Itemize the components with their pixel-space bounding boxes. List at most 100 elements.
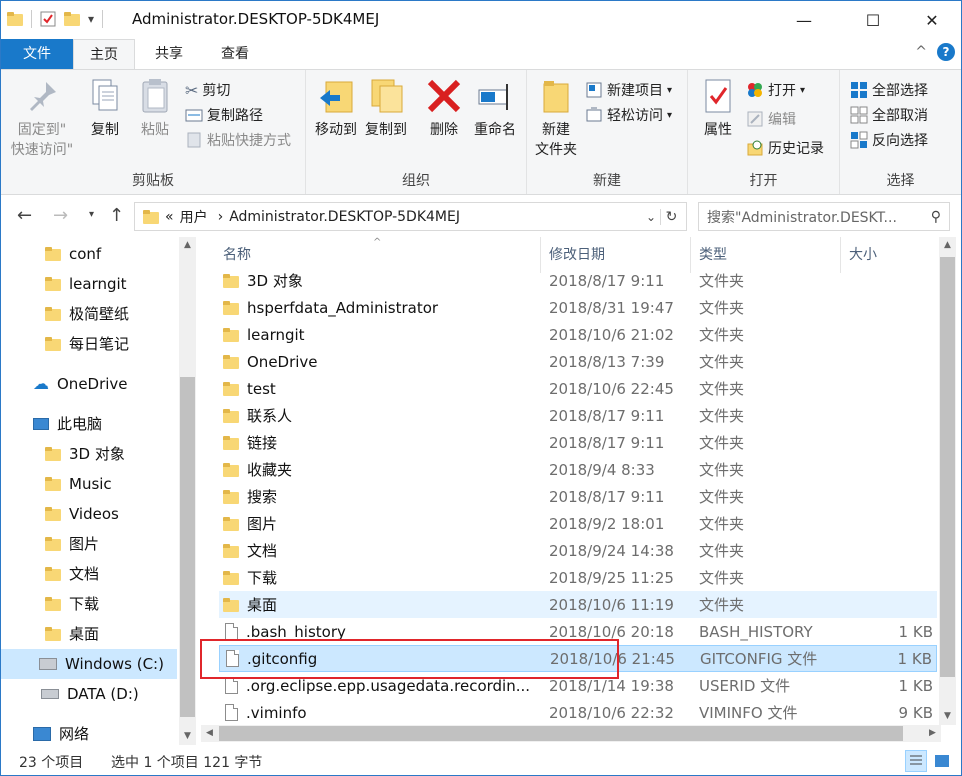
nav-item-desktop[interactable]: 桌面 xyxy=(45,619,99,649)
file-row[interactable]: hsperfdata_Administrator 2018/8/31 19:47 文… xyxy=(219,294,937,321)
nav-item-learngit[interactable]: learngit xyxy=(45,269,127,299)
file-row[interactable]: 3D 对象 2018/8/17 9:11 文件夹 xyxy=(219,267,937,294)
pin-to-quick-access-button[interactable]: 固定到" 快速访问" xyxy=(7,76,77,160)
scroll-thumb[interactable] xyxy=(940,257,955,677)
address-bar[interactable]: « 用户 › Administrator.DESKTOP-5DK4MEJ ⌄ ↻ xyxy=(134,202,687,231)
nav-item-this-pc[interactable]: 此电脑 xyxy=(33,409,102,439)
tab-file[interactable]: 文件 xyxy=(1,39,73,69)
file-row[interactable]: OneDrive 2018/8/13 7:39 文件夹 xyxy=(219,348,937,375)
scroll-left-arrow-icon[interactable]: ◀ xyxy=(201,725,218,742)
up-arrow-icon[interactable]: ↑ xyxy=(109,205,124,226)
recent-locations-icon[interactable]: ▾ xyxy=(89,209,94,220)
file-list-scrollbar[interactable]: ▲ ▼ xyxy=(939,237,956,725)
nav-item-data-d[interactable]: DATA (D:) xyxy=(41,679,139,709)
rename-button[interactable]: 重命名 xyxy=(470,76,520,140)
tab-share[interactable]: 共享 xyxy=(141,39,197,69)
address-dropdown-icon[interactable]: ⌄ xyxy=(646,210,656,224)
file-row[interactable]: 桌面 2018/10/6 11:19 文件夹 xyxy=(219,591,937,618)
folder-icon xyxy=(223,327,239,342)
select-none-button[interactable]: 全部取消 xyxy=(850,103,928,127)
nav-item-network[interactable]: 网络 xyxy=(33,719,89,745)
help-icon[interactable]: ? xyxy=(937,43,955,61)
new-item-button[interactable]: 新建项目 ▾ xyxy=(585,78,672,102)
nav-scrollbar[interactable]: ▲ ▼ xyxy=(179,237,196,745)
file-row[interactable]: test 2018/10/6 22:45 文件夹 xyxy=(219,375,937,402)
file-row[interactable]: 收藏夹 2018/9/4 8:33 文件夹 xyxy=(219,456,937,483)
file-row[interactable]: 图片 2018/9/2 18:01 文件夹 xyxy=(219,510,937,537)
windows-drive-icon xyxy=(39,658,57,670)
open-button[interactable]: 打开 ▾ xyxy=(746,78,805,102)
edit-button[interactable]: 编辑 xyxy=(746,107,796,131)
properties-check-icon[interactable] xyxy=(40,11,56,27)
documents-folder-icon xyxy=(45,567,61,581)
cut-button[interactable]: ✂ 剪切 xyxy=(185,78,230,102)
nav-item-documents[interactable]: 文档 xyxy=(45,559,99,589)
nav-item-windows-c[interactable]: Windows (C:) xyxy=(1,649,177,679)
file-type: 文件夹 xyxy=(699,569,745,587)
easy-access-button[interactable]: 轻松访问 ▾ xyxy=(585,103,672,127)
file-row[interactable]: learngit 2018/10/6 21:02 文件夹 xyxy=(219,321,937,348)
copy-button[interactable]: 复制 xyxy=(85,76,125,140)
nav-item-music[interactable]: Music xyxy=(45,469,112,499)
tab-view[interactable]: 查看 xyxy=(207,39,263,69)
file-date: 2018/10/6 22:45 xyxy=(549,379,674,398)
file-row[interactable]: 联系人 2018/8/17 9:11 文件夹 xyxy=(219,402,937,429)
new-folder-icon[interactable] xyxy=(64,12,80,26)
folder-icon xyxy=(223,354,239,369)
nav-item-3d-objects[interactable]: 3D 对象 xyxy=(45,439,125,469)
horizontal-scrollbar[interactable]: ◀ ▶ xyxy=(201,725,941,742)
minimize-button[interactable]: — xyxy=(781,1,827,39)
invert-selection-button[interactable]: 反向选择 xyxy=(850,128,928,152)
search-icon[interactable]: ⚲ xyxy=(931,209,941,225)
breadcrumb-overflow[interactable]: « xyxy=(165,209,174,225)
move-to-button[interactable]: 移动到 xyxy=(312,76,360,140)
close-button[interactable]: ✕ xyxy=(909,1,955,39)
search-input[interactable]: 搜索"Administrator.DESKT... ⚲ xyxy=(698,202,950,231)
scroll-down-arrow-icon[interactable]: ▼ xyxy=(179,728,196,745)
file-row[interactable]: 文档 2018/9/24 14:38 文件夹 xyxy=(219,537,937,564)
breadcrumb-separator-icon[interactable]: › xyxy=(218,209,224,225)
collapse-ribbon-icon[interactable]: ^ xyxy=(915,44,927,60)
nav-item-downloads[interactable]: 下载 xyxy=(45,589,99,619)
forward-arrow-icon[interactable]: → xyxy=(53,205,68,226)
scroll-up-arrow-icon[interactable]: ▲ xyxy=(179,237,196,254)
properties-button[interactable]: 属性 xyxy=(698,76,738,140)
refresh-icon[interactable]: ↻ xyxy=(660,208,682,225)
folder-icon xyxy=(223,273,239,288)
paste-button[interactable]: 粘贴 xyxy=(135,76,175,140)
file-row[interactable]: 搜索 2018/8/17 9:11 文件夹 xyxy=(219,483,937,510)
history-icon xyxy=(747,140,763,156)
scroll-down-arrow-icon[interactable]: ▼ xyxy=(939,708,956,725)
large-icons-view-icon[interactable] xyxy=(931,750,953,772)
breadcrumb-users[interactable]: 用户 xyxy=(180,207,208,227)
details-view-icon[interactable] xyxy=(905,750,927,772)
file-row[interactable]: 下载 2018/9/25 11:25 文件夹 xyxy=(219,564,937,591)
new-folder-button[interactable]: 新建 文件夹 xyxy=(531,76,581,160)
history-button[interactable]: 历史记录 xyxy=(746,136,824,160)
nav-item-pictures[interactable]: 图片 xyxy=(45,529,99,559)
select-all-button[interactable]: 全部选择 xyxy=(850,78,928,102)
nav-item-wallpaper[interactable]: 极简壁纸 xyxy=(45,299,129,329)
scroll-up-arrow-icon[interactable]: ▲ xyxy=(939,237,956,254)
back-arrow-icon[interactable]: ← xyxy=(17,205,32,226)
nav-item-videos[interactable]: Videos xyxy=(45,499,119,529)
scroll-thumb[interactable] xyxy=(219,726,903,741)
nav-item-conf[interactable]: conf xyxy=(45,239,101,269)
paste-shortcut-button[interactable]: 粘贴快捷方式 xyxy=(185,128,291,152)
copy-to-button[interactable]: 复制到 xyxy=(362,76,410,140)
nav-item-onedrive[interactable]: ☁ OneDrive xyxy=(33,369,128,399)
nav-item-label: Windows (C:) xyxy=(65,655,164,673)
file-row[interactable]: 链接 2018/8/17 9:11 文件夹 xyxy=(219,429,937,456)
file-row[interactable]: .viminfo 2018/10/6 22:32 VIMINFO 文件 9 KB xyxy=(219,699,937,725)
navigation-pane: conf learngit 极简壁纸 每日笔记 ☁ OneDrive 此电脑 3D… xyxy=(1,237,197,745)
nav-item-notes[interactable]: 每日笔记 xyxy=(45,329,129,359)
delete-button[interactable]: 删除 xyxy=(424,76,464,140)
qat-dropdown[interactable]: ▾ xyxy=(88,12,94,26)
scroll-thumb[interactable] xyxy=(180,377,195,717)
tab-home[interactable]: 主页 xyxy=(73,39,135,70)
breadcrumb-current[interactable]: Administrator.DESKTOP-5DK4MEJ xyxy=(229,209,460,225)
maximize-button[interactable]: ☐ xyxy=(850,1,896,39)
chevron-down-icon: ▾ xyxy=(667,109,673,121)
copy-path-button[interactable]: 复制路径 xyxy=(185,103,263,127)
scroll-right-arrow-icon[interactable]: ▶ xyxy=(924,725,941,742)
